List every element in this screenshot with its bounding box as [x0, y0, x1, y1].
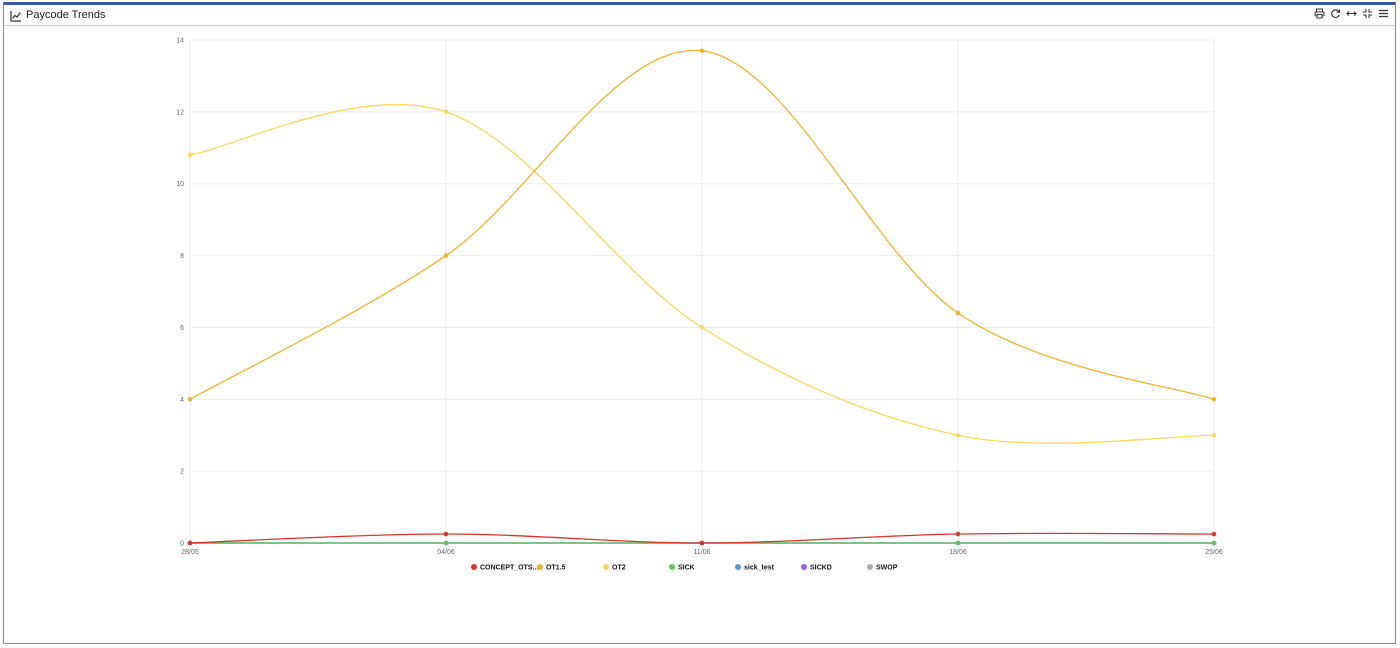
- y-tick-label: 4: [180, 397, 184, 404]
- legend-label[interactable]: OT2: [612, 565, 626, 572]
- legend-marker[interactable]: [801, 564, 807, 570]
- x-tick-label: 04/06: [437, 549, 455, 556]
- legend-label[interactable]: SWOP: [876, 565, 898, 572]
- data-point[interactable]: [187, 152, 193, 158]
- legend-marker[interactable]: [669, 564, 675, 570]
- data-point[interactable]: [955, 531, 961, 537]
- data-point[interactable]: [1211, 396, 1217, 402]
- y-tick-label: 0: [180, 541, 184, 548]
- data-point[interactable]: [1211, 432, 1217, 438]
- y-tick-label: 6: [180, 325, 184, 332]
- data-point[interactable]: [955, 310, 961, 316]
- legend-marker[interactable]: [537, 564, 543, 570]
- data-point[interactable]: [443, 540, 449, 546]
- data-point[interactable]: [699, 325, 705, 330]
- legend-marker[interactable]: [867, 564, 873, 570]
- legend-label[interactable]: SICKD: [810, 565, 832, 572]
- x-tick-label: 18/06: [949, 549, 967, 556]
- legend-marker[interactable]: [735, 564, 741, 570]
- data-point[interactable]: [443, 109, 449, 115]
- x-tick-label: 28/05: [181, 549, 199, 556]
- x-tick-label: 25/06: [1205, 549, 1223, 556]
- legend-marker[interactable]: [603, 564, 609, 570]
- data-point[interactable]: [1211, 540, 1217, 546]
- legend-label[interactable]: sick_test: [744, 565, 775, 572]
- legend-label[interactable]: CONCEPT_OTS...: [480, 565, 538, 572]
- data-point[interactable]: [187, 396, 193, 402]
- paycode-trends-chart: 0 2 4 6 8 10 12 14 28/05 04/06 11/06 18/06 25/06 CONC…: [176, 38, 1223, 572]
- data-point[interactable]: [955, 432, 961, 438]
- y-tick-label: 8: [180, 253, 184, 260]
- y-tick-label: 10: [176, 181, 184, 188]
- data-point[interactable]: [443, 531, 449, 537]
- y-tick-label: 2: [180, 469, 184, 476]
- data-point[interactable]: [187, 540, 193, 546]
- data-point[interactable]: [1211, 531, 1217, 537]
- x-tick-label: 11/06: [694, 549, 711, 556]
- data-point[interactable]: [699, 48, 705, 54]
- legend-marker[interactable]: [471, 564, 477, 570]
- y-tick-label: 14: [176, 38, 184, 45]
- data-point[interactable]: [699, 540, 705, 546]
- legend-label[interactable]: OT1.5: [546, 565, 566, 572]
- y-tick-label: 12: [176, 109, 184, 116]
- data-point[interactable]: [955, 540, 961, 546]
- data-point[interactable]: [443, 253, 449, 258]
- legend-label[interactable]: SICK: [678, 565, 695, 572]
